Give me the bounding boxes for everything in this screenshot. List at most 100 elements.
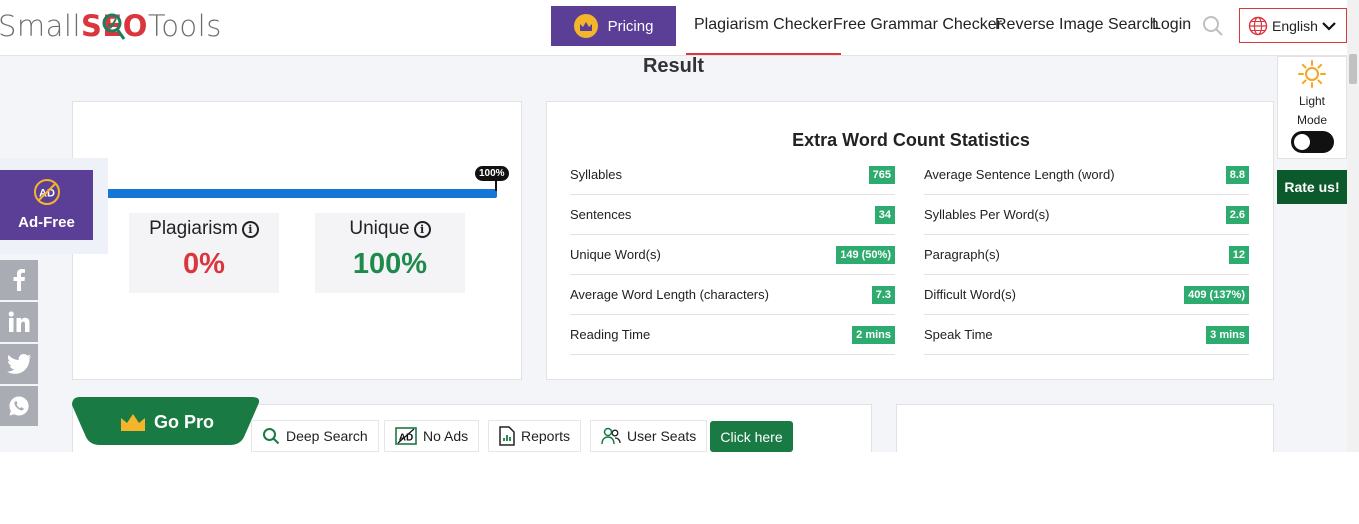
chevron-down-icon: [1322, 21, 1336, 31]
crown-icon: [573, 14, 598, 38]
nav-reverse-image-search[interactable]: Reverse Image Search: [995, 0, 1159, 55]
stat-label: Average Sentence Length (word): [924, 167, 1115, 182]
stat-label: Speak Time: [924, 327, 993, 342]
go-pro-button[interactable]: Go Pro: [120, 412, 214, 433]
stat-label: Reading Time: [570, 327, 651, 342]
plagiarism-label: Plagiarism: [149, 218, 238, 239]
language-selector[interactable]: English: [1239, 8, 1347, 43]
logo-text-small: Small: [0, 9, 82, 43]
no-ads-icon: AD: [33, 179, 60, 205]
feature-no-ads: AD No Ads: [384, 420, 480, 452]
crown-icon: [121, 414, 145, 431]
stat-row: Unique Word(s) 149 (50%): [570, 235, 895, 275]
logo-text-tools: Tools: [147, 9, 222, 43]
progress-label: 100%: [475, 166, 509, 181]
report-icon: [499, 426, 515, 446]
feature-label: Deep Search: [286, 428, 368, 444]
go-pro-label: Go Pro: [154, 412, 215, 432]
side-panel: [896, 404, 1274, 452]
site-header: Small SEO Tools Pricing Plagiarism Checker…: [0, 0, 1347, 56]
sun-icon: [1298, 60, 1326, 88]
light-mode-widget: Light Mode: [1277, 56, 1347, 159]
nav-free-grammar-checker[interactable]: Free Grammar Checker: [833, 0, 1002, 55]
feature-label: No Ads: [423, 428, 469, 444]
stat-badge: 409 (137%): [1184, 285, 1249, 304]
stat-badge: 765: [868, 165, 895, 184]
users-icon: [601, 427, 621, 445]
stat-label: Unique Word(s): [570, 247, 661, 262]
theme-toggle[interactable]: [1291, 131, 1334, 153]
stat-label: Paragraph(s): [924, 247, 1000, 262]
magnifier-logo-icon: [102, 13, 126, 40]
nav-login[interactable]: Login: [1152, 0, 1191, 55]
whatsapp-icon: [9, 396, 29, 416]
language-label: English: [1272, 17, 1318, 34]
scrollbar-thumb[interactable]: [1349, 54, 1357, 84]
pricing-button[interactable]: Pricing: [551, 6, 676, 46]
linkedin-share-button[interactable]: [0, 302, 38, 342]
stat-badge: 3 mins: [1206, 325, 1249, 344]
stats-title: Extra Word Count Statistics: [792, 130, 1030, 150]
nav-plagiarism-checker[interactable]: Plagiarism Checker: [686, 0, 841, 55]
click-here-button[interactable]: Click here: [710, 421, 793, 452]
facebook-icon: [13, 269, 25, 291]
feature-user-seats: User Seats: [590, 420, 708, 452]
stat-label: Syllables Per Word(s): [924, 207, 1050, 222]
stat-badge: 34: [874, 205, 895, 224]
site-logo[interactable]: Small SEO Tools: [0, 6, 222, 46]
stat-badge: 2 mins: [852, 325, 895, 344]
stat-badge: 8.8: [1225, 165, 1249, 184]
stat-badge: 7.3: [871, 285, 895, 304]
stat-row: Syllables 765: [570, 155, 895, 195]
plagiarism-progress-bar: [97, 189, 497, 198]
info-icon[interactable]: i: [413, 220, 431, 238]
stat-badge: 2.6: [1225, 205, 1249, 224]
ad-free-label: Ad-Free: [18, 214, 75, 231]
stat-row: Paragraph(s) 12: [924, 235, 1249, 275]
feature-label: User Seats: [627, 428, 697, 444]
blank-area: [0, 452, 1359, 524]
stat-row: Speak Time 3 mins: [924, 315, 1249, 355]
stat-label: Sentences: [570, 207, 632, 222]
unique-value: 100%: [352, 248, 428, 280]
stat-label: Syllables: [570, 167, 623, 182]
stat-row: Average Sentence Length (word) 8.8: [924, 155, 1249, 195]
viewport: Small SEO Tools Pricing Plagiarism Checker…: [0, 0, 1359, 452]
globe-icon: [1248, 16, 1268, 35]
linkedin-icon: [8, 311, 30, 332]
stat-badge: 12: [1228, 245, 1249, 264]
plagiarism-card: Plagiarism i 0%: [129, 213, 279, 293]
info-icon[interactable]: i: [241, 220, 259, 238]
stat-row: Syllables Per Word(s) 2.6: [924, 195, 1249, 235]
toggle-knob: [1294, 134, 1310, 150]
stats-column-right: Average Sentence Length (word) 8.8 Syllab…: [924, 155, 1249, 355]
pricing-label: Pricing: [607, 17, 654, 35]
search-icon: [263, 428, 280, 445]
stat-row: Average Word Length (characters) 7.3: [570, 275, 895, 315]
feature-label: Reports: [521, 428, 571, 444]
stats-column-left: Syllables 765 Sentences 34 Unique Word(s) 1…: [570, 155, 895, 355]
vertical-scrollbar[interactable]: [1347, 0, 1359, 452]
no-ads-icon-text: AD: [399, 433, 413, 444]
ad-free-button[interactable]: AD Ad-Free: [0, 170, 93, 240]
search-icon[interactable]: [1202, 15, 1224, 37]
progress-fill: [97, 189, 497, 198]
unique-label: Unique: [349, 218, 410, 239]
mode-label-light: Light: [1298, 94, 1326, 108]
stat-row: Sentences 34: [570, 195, 895, 235]
stat-label: Difficult Word(s): [924, 287, 1016, 302]
result-heading: Result: [642, 55, 705, 77]
unique-card: Unique i 100%: [315, 213, 465, 293]
plagiarism-value: 0%: [183, 248, 225, 280]
stat-label: Average Word Length (characters): [570, 287, 769, 302]
rate-us-button[interactable]: Rate us!: [1277, 170, 1347, 204]
stat-row: Reading Time 2 mins: [570, 315, 895, 355]
twitter-share-button[interactable]: [0, 344, 38, 384]
stat-badge: 149 (50%): [836, 245, 895, 264]
mode-label-mode: Mode: [1296, 113, 1328, 127]
no-ads-icon: AD: [395, 427, 417, 445]
stat-row: Difficult Word(s) 409 (137%): [924, 275, 1249, 315]
whatsapp-share-button[interactable]: [0, 386, 38, 426]
facebook-share-button[interactable]: [0, 260, 38, 300]
result-panel: 100% Plagiarism i 0% Unique i 100%: [72, 101, 522, 380]
